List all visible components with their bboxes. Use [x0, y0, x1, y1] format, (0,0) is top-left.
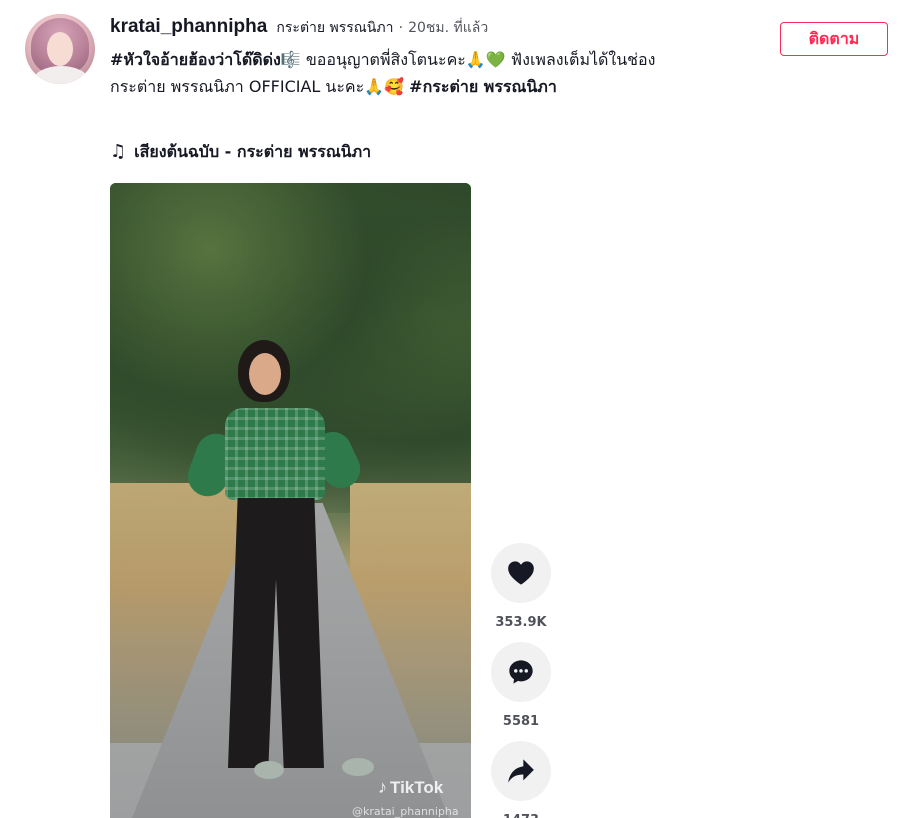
comment-button[interactable]	[491, 642, 551, 702]
like-action: 353.9K	[491, 543, 551, 634]
action-bar: 353.9K 5581 1473	[491, 543, 551, 818]
dancer-top	[225, 408, 325, 500]
caption-emoji: 🙏💚	[465, 50, 506, 69]
like-button[interactable]	[491, 543, 551, 603]
hashtag-link[interactable]: #หัวใจอ้ายฮ้องว่าโด๊ดิด่ง	[110, 50, 281, 69]
tiktok-watermark: ♪ TikTok	[378, 777, 443, 798]
share-icon	[508, 759, 534, 783]
follow-button[interactable]: ติดตาม	[780, 22, 888, 56]
share-count: 1473	[491, 810, 551, 818]
music-note-icon: ♫	[110, 141, 127, 162]
video-player[interactable]: ♪ TikTok @kratai_phannipha	[110, 183, 471, 818]
share-action: 1473	[491, 741, 551, 818]
heart-icon	[508, 561, 534, 585]
caption-emoji: 🙏🥰	[364, 77, 405, 96]
dancer-shoe-left	[254, 761, 284, 779]
music-link[interactable]: ♫ เสียงต้นฉบับ - กระต่าย พรรณนิภา	[110, 140, 371, 165]
post-time: 20ชม. ที่แล้ว	[408, 20, 489, 36]
comment-action: 5581	[491, 642, 551, 733]
hashtag-link[interactable]: #กระต่าย พรรณนิภา	[409, 77, 557, 96]
video-caption: #หัวใจอ้ายฮ้องว่าโด๊ดิด่ง🎼 ขออนุญาตพี่สิ…	[110, 46, 680, 100]
tiktok-logo-icon: ♪	[378, 777, 387, 797]
dancer-face	[249, 353, 281, 395]
caption-text: ขออนุญาตพี่สิงโตนะคะ	[300, 50, 466, 69]
meta-separator: ·	[398, 20, 404, 36]
author-username[interactable]: kratai_phannipha	[110, 16, 267, 37]
music-title: เสียงต้นฉบับ - กระต่าย พรรณนิภา	[134, 142, 372, 161]
share-button[interactable]	[491, 741, 551, 801]
dancer-shoe-right	[342, 758, 374, 776]
comment-count: 5581	[502, 714, 540, 729]
like-count: 353.9K	[495, 615, 547, 630]
caption-emoji: 🎼	[280, 50, 301, 69]
video-post: kratai_phannipha กระต่าย พรรณนิภา · 20ชม…	[0, 0, 910, 818]
avatar-face	[47, 32, 73, 66]
author-info: kratai_phannipha กระต่าย พรรณนิภา · 20ชม…	[110, 16, 488, 39]
watermark-handle: @kratai_phannipha	[352, 805, 459, 818]
comment-icon	[509, 660, 533, 684]
tiktok-brand: TikTok	[390, 778, 444, 797]
author-avatar[interactable]	[25, 14, 95, 84]
author-nickname[interactable]: กระต่าย พรรณนิภา	[276, 20, 393, 36]
